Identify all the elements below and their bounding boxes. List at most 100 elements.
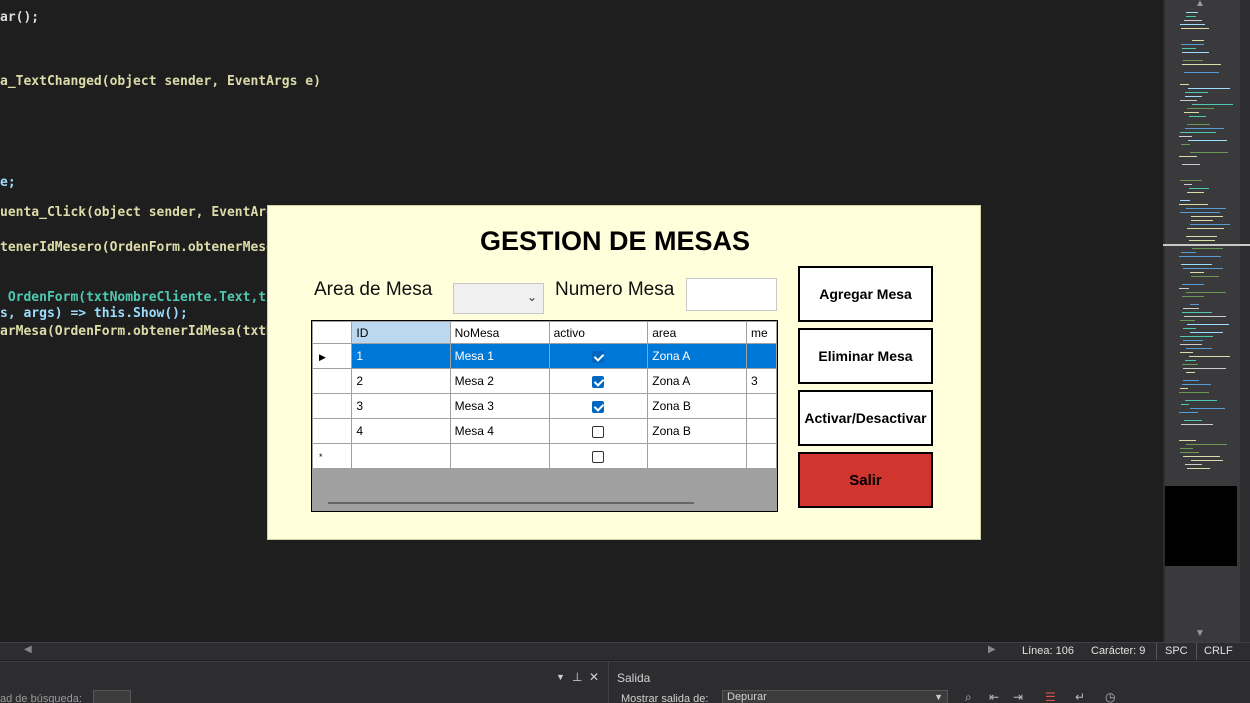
scroll-left-icon[interactable]: ◀ — [24, 644, 32, 655]
activo-checkbox[interactable] — [592, 375, 605, 388]
cell-id[interactable]: 4 — [351, 418, 451, 444]
activo-checkbox[interactable] — [592, 450, 605, 463]
cell-id[interactable]: 3 — [351, 393, 451, 419]
minimap-line — [1183, 60, 1203, 61]
minimap-line — [1179, 204, 1208, 205]
row-header[interactable] — [312, 418, 353, 444]
minimap-line — [1188, 140, 1227, 141]
line-indicator[interactable]: Línea: 106 — [1022, 645, 1074, 657]
scroll-up-icon[interactable]: ▲ — [1195, 0, 1205, 9]
minimap-line — [1180, 200, 1190, 201]
row-header[interactable] — [312, 368, 353, 394]
current-row-icon: ▶ — [319, 352, 326, 362]
activar-desactivar-button[interactable]: Activar/Desactivar — [798, 390, 933, 446]
cell-me[interactable] — [746, 443, 777, 469]
table-row[interactable]: 2 Mesa 2 Zona A 3 — [312, 368, 777, 394]
pin-icon[interactable]: ⊥ — [572, 670, 582, 684]
cell-me[interactable] — [746, 343, 777, 369]
cell-area[interactable] — [647, 443, 748, 469]
code-line: a_TextChanged(object sender, EventArgs e… — [0, 74, 321, 89]
salir-button[interactable]: Salir — [798, 452, 933, 508]
new-row[interactable]: * — [312, 443, 777, 469]
cell-me[interactable] — [746, 418, 777, 444]
cell-id[interactable]: 2 — [351, 368, 451, 394]
minimap-line — [1184, 112, 1199, 113]
search-scope-select[interactable] — [93, 690, 131, 703]
column-header-area[interactable]: area — [647, 321, 748, 344]
clear-all-icon[interactable]: ☰ — [1045, 690, 1056, 703]
cell-nomesa[interactable]: Mesa 4 — [449, 418, 550, 444]
code-line: arMesa(OrdenForm.obtenerIdMesa(txtNo — [0, 324, 282, 339]
minimap[interactable] — [1163, 0, 1250, 642]
eliminar-mesa-button[interactable]: Eliminar Mesa — [798, 328, 933, 384]
minimap-line — [1192, 40, 1204, 41]
clock-icon[interactable]: ◷ — [1105, 690, 1115, 703]
code-line: s, args) => this.Show(); — [0, 306, 188, 321]
cell-activo[interactable] — [548, 443, 649, 469]
prev-message-icon[interactable]: ⇤ — [989, 690, 999, 703]
cell-nomesa[interactable] — [449, 443, 550, 469]
find-message-icon[interactable]: ⌕ — [965, 690, 972, 703]
minimap-line — [1181, 28, 1209, 29]
char-indicator[interactable]: Carácter: 9 — [1091, 645, 1145, 657]
minimap-line — [1186, 236, 1217, 237]
cell-area[interactable]: Zona A — [647, 368, 748, 394]
activo-checkbox[interactable] — [592, 400, 605, 413]
cell-activo[interactable] — [548, 418, 649, 444]
word-wrap-icon[interactable]: ↵ — [1075, 690, 1085, 703]
mesas-grid[interactable]: ID NoMesa activo area me ▶ 1 Mesa 1 Zona… — [311, 320, 778, 512]
cell-nomesa[interactable]: Mesa 1 — [449, 343, 550, 369]
numero-mesa-input[interactable] — [686, 278, 777, 311]
dropdown-icon[interactable]: ▼ — [556, 672, 565, 682]
minimap-line — [1180, 84, 1189, 85]
minimap-line — [1188, 88, 1230, 89]
column-header-activo[interactable]: activo — [548, 321, 649, 344]
area-select[interactable]: ⌄ — [453, 283, 544, 314]
minimap-line — [1183, 308, 1199, 309]
horizontal-scrollbar[interactable] — [328, 502, 694, 504]
spc-indicator[interactable]: SPC — [1165, 645, 1188, 657]
scroll-right-icon[interactable]: ▶ — [988, 644, 996, 655]
scroll-down-icon[interactable]: ▼ — [1195, 628, 1205, 639]
row-header[interactable]: ▶ — [312, 343, 353, 369]
column-header-me[interactable]: me — [746, 321, 777, 344]
minimap-line — [1189, 356, 1230, 357]
minimap-line — [1181, 264, 1212, 265]
table-row[interactable]: ▶ 1 Mesa 1 Zona A — [312, 343, 777, 369]
activo-checkbox[interactable] — [592, 425, 605, 438]
row-header[interactable] — [312, 393, 353, 419]
minimap-divider — [1163, 244, 1250, 246]
minimap-line — [1180, 180, 1202, 181]
minimap-line — [1186, 16, 1196, 17]
agregar-mesa-button[interactable]: Agregar Mesa — [798, 266, 933, 322]
column-header-id[interactable]: ID — [351, 321, 451, 344]
crlf-indicator[interactable]: CRLF — [1204, 645, 1233, 657]
cell-me[interactable]: 3 — [746, 368, 777, 394]
cell-id[interactable]: 1 — [351, 343, 451, 369]
cell-id[interactable] — [351, 443, 451, 469]
cell-activo[interactable] — [548, 343, 649, 369]
cell-nomesa[interactable]: Mesa 2 — [449, 368, 550, 394]
cell-area[interactable]: Zona A — [647, 343, 748, 369]
minimap-viewport[interactable] — [1165, 486, 1237, 566]
output-source-select[interactable]: Depurar ▼ — [722, 690, 948, 703]
minimap-line — [1186, 292, 1226, 293]
activo-checkbox[interactable] — [592, 350, 605, 363]
grid-header-row: ID NoMesa activo area me — [312, 321, 777, 344]
minimap-line — [1189, 240, 1215, 241]
cell-area[interactable]: Zona B — [647, 393, 748, 419]
row-header[interactable]: * — [312, 443, 353, 469]
minimap-line — [1187, 468, 1210, 469]
table-row[interactable]: 3 Mesa 3 Zona B — [312, 393, 777, 419]
cell-activo[interactable] — [548, 368, 649, 394]
cell-me[interactable] — [746, 393, 777, 419]
next-message-icon[interactable]: ⇥ — [1013, 690, 1023, 703]
cell-nomesa[interactable]: Mesa 3 — [449, 393, 550, 419]
minimap-line — [1186, 208, 1226, 209]
minimap-line — [1186, 12, 1198, 13]
close-icon[interactable]: ✕ — [589, 670, 599, 684]
cell-area[interactable]: Zona B — [647, 418, 748, 444]
column-header-nomesa[interactable]: NoMesa — [449, 321, 550, 344]
table-row[interactable]: 4 Mesa 4 Zona B — [312, 418, 777, 444]
cell-activo[interactable] — [548, 393, 649, 419]
